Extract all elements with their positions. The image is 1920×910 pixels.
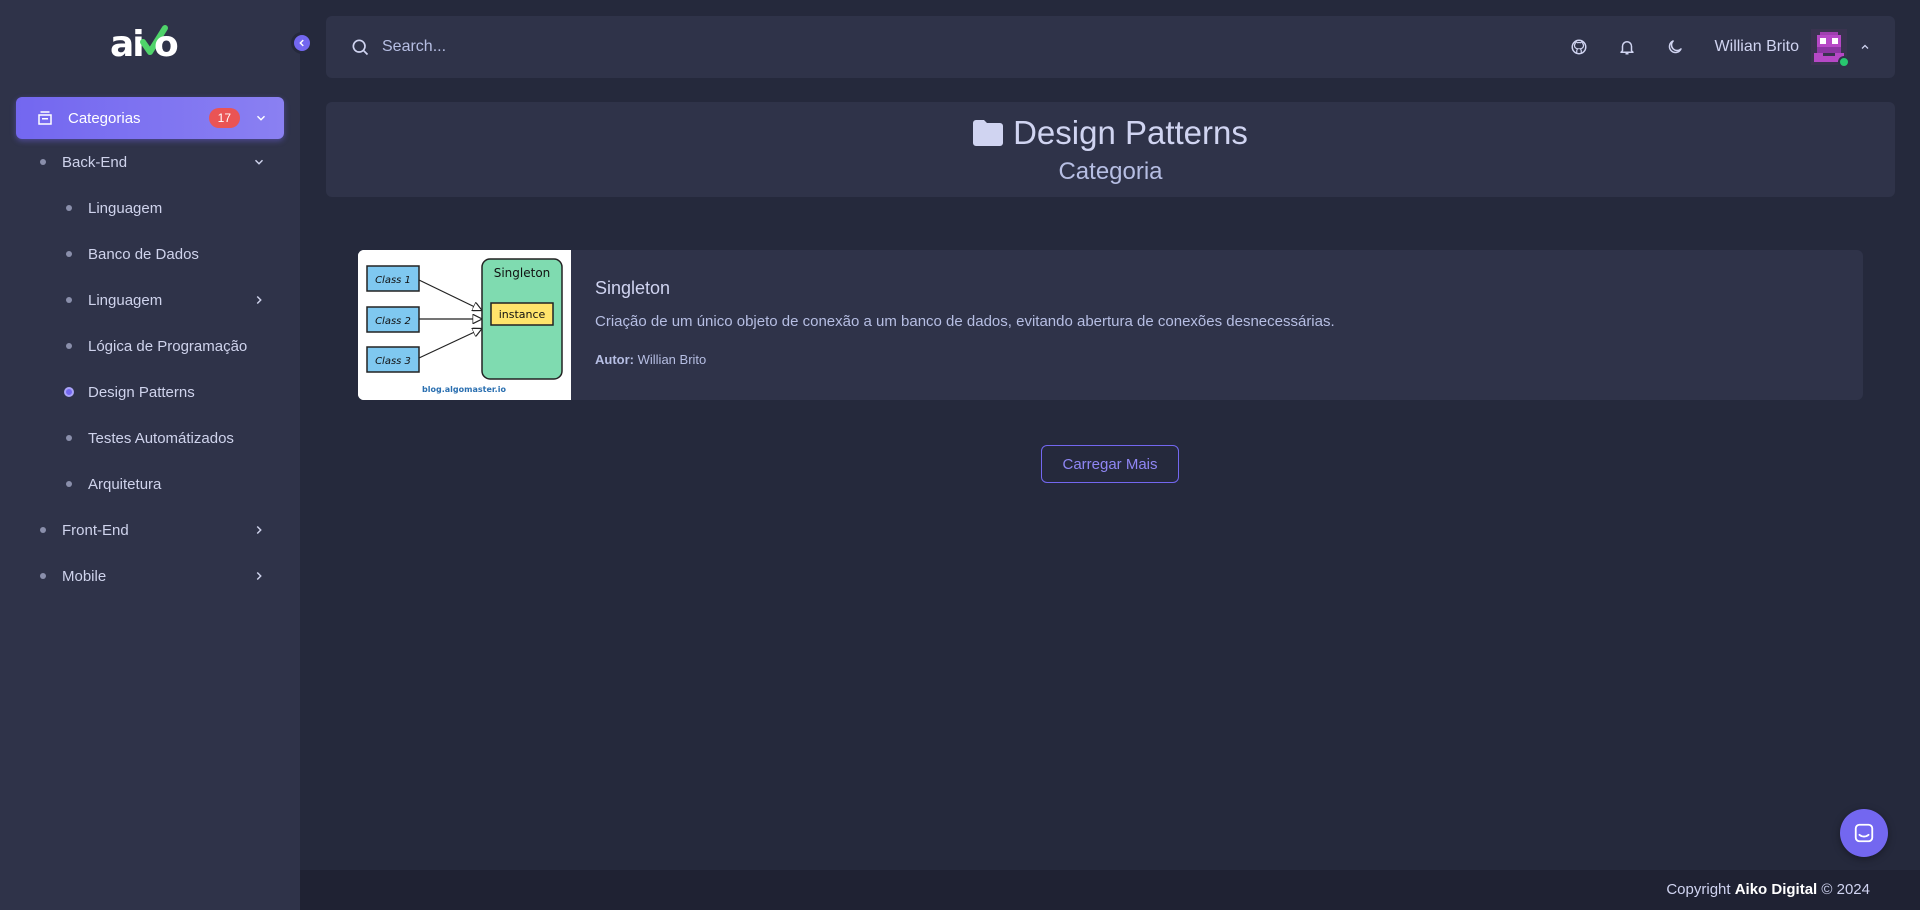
moon-icon <box>1668 40 1682 54</box>
sidebar: ai o Categorias 17 Back-End Linguagem Ba… <box>0 0 300 910</box>
singleton-diagram-image: Class 1 Class 2 Class 3 Singleton instan… <box>358 250 571 400</box>
page-title-text: Design Patterns <box>1013 114 1248 151</box>
chevron-right-icon <box>256 525 262 535</box>
chevron-down-icon <box>256 115 266 121</box>
load-more-button[interactable]: Carregar Mais <box>1041 445 1179 483</box>
sidebar-item-label: Design Patterns <box>88 383 195 401</box>
topbar: Willian Brito <box>326 16 1895 78</box>
diagram-label-class2: Class 2 <box>375 316 411 327</box>
footer-company: Aiko Digital <box>1734 881 1818 898</box>
post-thumbnail[interactable]: Class 1 Class 2 Class 3 Singleton instan… <box>358 250 571 400</box>
post-card[interactable]: Class 1 Class 2 Class 3 Singleton instan… <box>358 250 1863 400</box>
chevron-right-icon <box>256 295 262 305</box>
sidebar-item-testes-automatizados[interactable]: Testes Automátizados <box>16 415 284 461</box>
search-icon[interactable] <box>350 37 370 57</box>
sidebar-item-label: Back-End <box>62 153 128 171</box>
post-body: Singleton Criação de um único objeto de … <box>571 250 1359 400</box>
sidebar-item-design-patterns[interactable]: Design Patterns <box>16 369 284 415</box>
chevron-right-icon <box>256 571 262 581</box>
bullet-icon <box>66 481 72 487</box>
user-name: Willian Brito <box>1714 38 1799 55</box>
chat-icon <box>1854 823 1874 843</box>
sidebar-item-label: Mobile <box>62 567 107 585</box>
svg-text:ai: ai <box>110 24 143 64</box>
folder-icon <box>973 120 1004 146</box>
active-bullet-icon <box>64 387 74 397</box>
bullet-icon <box>66 297 72 303</box>
sidebar-item-logica-de-programacao[interactable]: Lógica de Programação <box>16 323 284 369</box>
sidebar-item-front-end[interactable]: Front-End <box>16 507 284 553</box>
footer-suffix: © 2024 <box>1821 881 1870 898</box>
theme-toggle-button[interactable] <box>1663 35 1687 59</box>
user-menu[interactable]: Willian Brito <box>1714 29 1871 68</box>
github-button[interactable] <box>1567 35 1591 59</box>
diagram-source-caption: blog.algomaster.io <box>422 385 506 394</box>
sidebar-item-label: Banco de Dados <box>88 245 199 263</box>
footer-prefix: Copyright <box>1666 881 1731 898</box>
sidebar-item-back-end[interactable]: Back-End <box>16 139 284 185</box>
author-name: Willian Brito <box>637 352 707 367</box>
bullet-icon <box>66 205 72 211</box>
chevron-up-icon <box>1861 44 1869 49</box>
page-title: Design Patterns <box>326 114 1895 152</box>
sidebar-item-linguagem[interactable]: Linguagem <box>16 185 284 231</box>
sidebar-item-linguagem-submenu[interactable]: Linguagem <box>16 277 284 323</box>
diagram-label-singleton: Singleton <box>494 266 551 280</box>
avatar[interactable] <box>1811 29 1850 68</box>
brand-logo[interactable]: ai o <box>110 22 190 64</box>
bullet-icon <box>66 343 72 349</box>
bullet-icon <box>40 159 46 165</box>
bullet-icon <box>40 527 46 533</box>
aiko-logo: ai o <box>110 24 179 64</box>
online-status-dot <box>1838 56 1850 68</box>
sidebar-item-label: Testes Automátizados <box>88 429 234 447</box>
search-bar <box>350 37 1543 57</box>
post-description: Criação de um único objeto de conexão a … <box>595 313 1335 330</box>
author-label: Autor: <box>595 352 634 367</box>
stack-icon <box>38 111 52 125</box>
bell-icon <box>1619 41 1634 55</box>
notifications-button[interactable] <box>1615 35 1639 59</box>
sidebar-item-label: Categorias <box>68 109 141 127</box>
chevron-left-icon <box>299 39 304 47</box>
diagram-label-class1: Class 1 <box>375 275 411 286</box>
footer: Copyright Aiko Digital © 2024 <box>300 870 1920 910</box>
bullet-icon <box>66 251 72 257</box>
sidebar-item-label: Arquitetura <box>88 475 162 493</box>
category-header: Design Patterns Categoria <box>326 102 1895 197</box>
diagram-label-class3: Class 3 <box>375 356 411 367</box>
sidebar-item-arquitetura[interactable]: Arquitetura <box>16 461 284 507</box>
svg-text:o: o <box>154 24 179 64</box>
chevron-down-icon <box>254 159 264 165</box>
sidebar-item-label: Linguagem <box>88 199 163 217</box>
sidebar-collapse-button[interactable] <box>291 32 313 54</box>
sidebar-item-label: Front-End <box>62 521 129 539</box>
post-title[interactable]: Singleton <box>595 278 1335 299</box>
bullet-icon <box>66 435 72 441</box>
diagram-label-instance: instance <box>499 308 546 321</box>
sidebar-item-mobile[interactable]: Mobile <box>16 553 284 599</box>
bullet-icon <box>40 573 46 579</box>
sidebar-item-banco-de-dados[interactable]: Banco de Dados <box>16 231 284 277</box>
topbar-actions: Willian Brito <box>1543 29 1871 68</box>
sidebar-item-categorias[interactable]: Categorias 17 <box>16 97 284 139</box>
sidebar-menu: Categorias 17 Back-End Linguagem Banco d… <box>16 97 284 599</box>
chat-button[interactable] <box>1840 809 1888 857</box>
search-input[interactable] <box>382 38 782 56</box>
page-subtitle: Categoria <box>1058 158 1163 185</box>
github-icon <box>1571 39 1587 55</box>
post-author: Autor: Willian Brito <box>595 352 1335 367</box>
sidebar-item-label: Lógica de Programação <box>88 337 248 355</box>
count-badge: 17 <box>208 108 240 128</box>
